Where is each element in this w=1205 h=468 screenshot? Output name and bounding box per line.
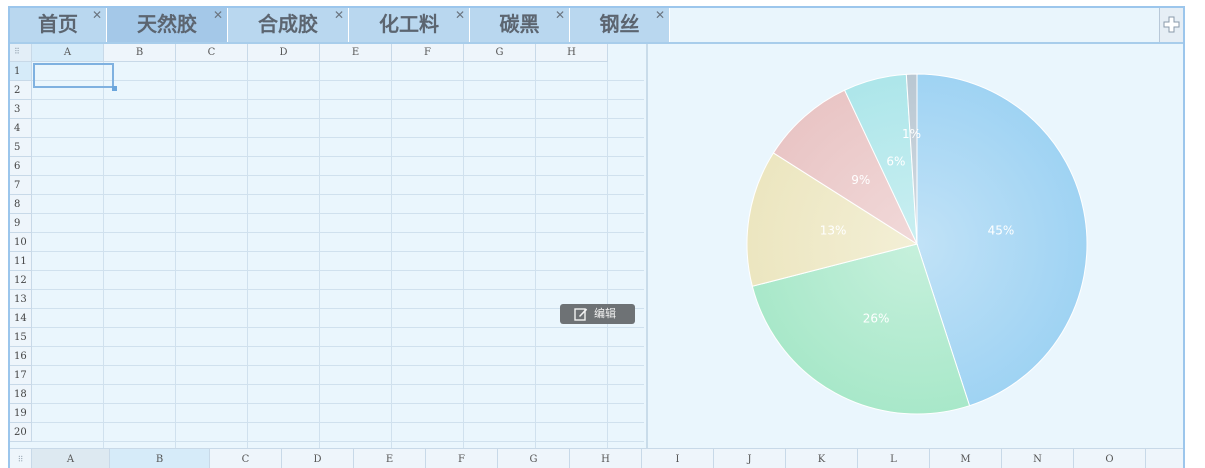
close-icon[interactable]: ✕ [455,8,465,22]
tab-natural-rubber[interactable]: 天然胶 ✕ [107,8,228,42]
pie-slice-label: 9% [851,173,870,187]
bottom-column-header-h[interactable]: H [570,449,642,468]
row-header-18[interactable]: 18 [10,385,32,404]
row-header-3[interactable]: 3 [10,100,32,119]
row-header-7[interactable]: 7 [10,176,32,195]
row-header-19[interactable]: 19 [10,404,32,423]
edit-button[interactable]: 编辑 [560,304,635,324]
column-header-c[interactable]: C [176,44,248,62]
fill-handle[interactable] [112,86,117,91]
tab-steel-wire[interactable]: 钢丝 ✕ [570,8,670,42]
row-header-11[interactable]: 11 [10,252,32,271]
edit-button-label: 编辑 [594,307,616,320]
tab-carbon-black[interactable]: 碳黑 ✕ [470,8,570,42]
bottom-column-header-i[interactable]: I [642,449,714,468]
bottom-corner: ⠿ [10,449,32,468]
bottom-column-header-n[interactable]: N [1002,449,1074,468]
pie-slice-label: 13% [820,224,847,238]
row-header-13[interactable]: 13 [10,290,32,309]
row-header-8[interactable]: 8 [10,195,32,214]
column-header-g[interactable]: G [464,44,536,62]
column-header-h[interactable]: H [536,44,608,62]
row-header-4[interactable]: 4 [10,119,32,138]
row-header-14[interactable]: 14 [10,309,32,328]
bottom-column-header-f[interactable]: F [426,449,498,468]
bottom-column-header-l[interactable]: L [858,449,930,468]
pie-slice-label: 1% [902,127,921,141]
bottom-column-header-a[interactable]: A [32,449,110,468]
close-icon[interactable]: ✕ [213,8,223,22]
close-icon[interactable]: ✕ [92,8,102,22]
column-header-a[interactable]: A [32,44,104,62]
tab-bar: 首页 ✕ 天然胶 ✕ 合成胶 ✕ 化工料 ✕ 碳黑 ✕ 钢丝 ✕ [10,8,1183,44]
row-header-10[interactable]: 10 [10,233,32,252]
close-icon[interactable]: ✕ [555,8,565,22]
spreadsheet[interactable]: ⠿ ABCDEFGH 1 2 3 4 5 6 7 8 9 10 11 12 13 14 15 16 17 18 19… [10,44,644,448]
pie-slice-label: 45% [988,224,1015,238]
tab-home[interactable]: 首页 ✕ [10,8,107,42]
column-header-e[interactable]: E [320,44,392,62]
grip-icon: ⠿ [17,455,24,464]
row-header-17[interactable]: 17 [10,366,32,385]
row-header-12[interactable]: 12 [10,271,32,290]
bottom-column-header-o[interactable]: O [1074,449,1146,468]
close-icon[interactable]: ✕ [334,8,344,22]
bottom-column-header-j[interactable]: J [714,449,786,468]
tab-chemicals[interactable]: 化工料 ✕ [349,8,470,42]
row-header-1[interactable]: 1 [10,62,32,81]
bottom-column-headers: ⠿ ABCDEFGHIJKLMNO [10,448,1183,468]
column-header-d[interactable]: D [248,44,320,62]
row-header-6[interactable]: 6 [10,157,32,176]
pie-chart-panel: 45% 26% 13% 9% 6% 1% [646,44,1183,448]
bottom-column-header-m[interactable]: M [930,449,1002,468]
add-tab-button[interactable] [1159,8,1183,42]
bottom-column-header-c[interactable]: C [210,449,282,468]
tab-label: 合成胶 [258,12,318,36]
tab-label: 天然胶 [137,12,197,36]
row-header-16[interactable]: 16 [10,347,32,366]
plus-icon [1163,16,1180,33]
select-all-corner[interactable]: ⠿ [10,44,32,62]
grip-icon: ⠿ [14,47,20,56]
bottom-column-header-b[interactable]: B [110,449,210,468]
cell-grid[interactable] [32,62,644,448]
column-header-b[interactable]: B [104,44,176,62]
bottom-column-header-d[interactable]: D [282,449,354,468]
row-header-2[interactable]: 2 [10,81,32,100]
row-header-5[interactable]: 5 [10,138,32,157]
pie-slice-label: 26% [863,311,890,325]
workbook-frame: 首页 ✕ 天然胶 ✕ 合成胶 ✕ 化工料 ✕ 碳黑 ✕ 钢丝 ✕ ⠿ A B C… [8,6,1185,468]
bottom-column-header-g[interactable]: G [498,449,570,468]
column-header-f[interactable]: F [392,44,464,62]
close-icon[interactable]: ✕ [655,8,665,22]
selected-cell[interactable] [33,63,114,88]
row-header-20[interactable]: 20 [10,423,32,442]
tab-label: 化工料 [379,12,439,36]
bottom-column-header-k[interactable]: K [786,449,858,468]
row-header-15[interactable]: 15 [10,328,32,347]
tab-synthetic-rubber[interactable]: 合成胶 ✕ [228,8,349,42]
pie-chart: 45% 26% 13% 9% 6% 1% [746,73,1088,415]
pie-slice-label: 6% [886,155,905,169]
bottom-column-header-e[interactable]: E [354,449,426,468]
row-header-9[interactable]: 9 [10,214,32,233]
edit-icon [574,308,588,321]
